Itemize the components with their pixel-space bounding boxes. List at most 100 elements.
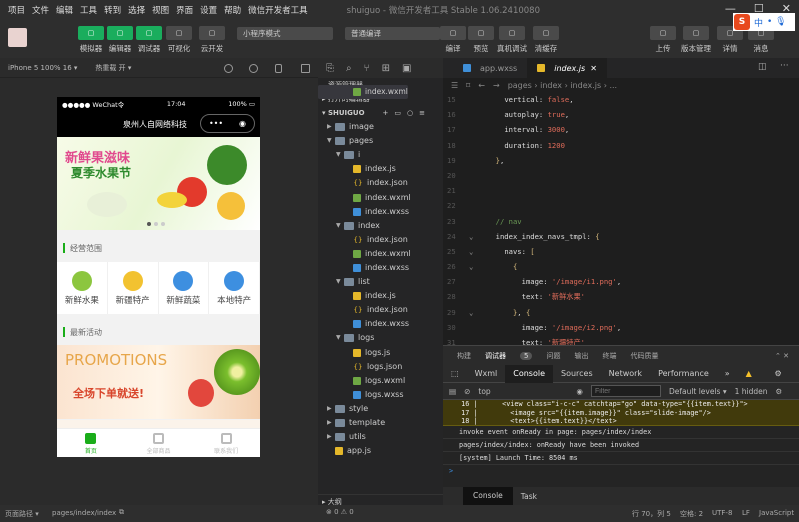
menu-item[interactable]: 帮助 (224, 4, 241, 16)
menu-item[interactable]: 编辑 (56, 4, 73, 16)
errors-count[interactable]: ⊗ 0 ⚠ 0 (326, 508, 354, 516)
file-item[interactable]: index.wxss (318, 205, 443, 219)
mode-select[interactable]: 小程序模式 (237, 27, 333, 40)
file-item[interactable]: index.wxml (318, 190, 443, 204)
inspect-icon[interactable]: ⬚ (443, 365, 467, 383)
swiper-dot[interactable] (147, 222, 151, 226)
file-item[interactable]: {} logs.json (318, 360, 443, 374)
nav-item[interactable]: 新疆特产 (108, 262, 159, 314)
devtools-top-tab[interactable]: 终端 (602, 351, 616, 361)
close-circle-icon[interactable]: ◉ (239, 119, 246, 128)
file-item[interactable]: index.wxss (318, 261, 443, 275)
devtools-tab[interactable]: Network (601, 365, 650, 383)
devtools-tab[interactable]: Wxml (467, 365, 506, 383)
bug-button[interactable]: ▢ 真机调试 (496, 26, 528, 54)
close-tab-icon[interactable]: ✕ (590, 64, 597, 73)
chevron-down-icon[interactable]: ▼ (336, 275, 344, 289)
indentation[interactable]: 空格: 2 (680, 509, 703, 519)
file-item[interactable]: logs.js (318, 346, 443, 360)
cloud-button[interactable]: ▢ 云开发 (196, 26, 228, 54)
clear-console-icon[interactable]: ⊘ (464, 387, 470, 396)
eye-icon[interactable]: ◉ (576, 387, 583, 396)
file-item[interactable]: logs.wxss (318, 388, 443, 402)
folder-item[interactable]: ▼ logs (318, 331, 443, 345)
detach-icon[interactable] (301, 64, 310, 73)
breadcrumb-item[interactable]: index (540, 81, 562, 90)
promo-banner[interactable]: PROMOTIONS 全场下单就送! (57, 345, 260, 419)
chevron-right-icon[interactable]: ▶ (327, 416, 335, 430)
menu-item[interactable]: 微信开发者工具 (248, 4, 308, 16)
code-button[interactable]: ▢ 编辑器 (104, 26, 136, 54)
file-item[interactable]: index.wxml (318, 247, 443, 261)
chevron-right-icon[interactable]: ▶ (327, 120, 335, 134)
banner-swiper[interactable]: 新鲜果滋味 夏季水果节 (57, 137, 260, 230)
panel-icon[interactable]: ▣ (402, 63, 411, 74)
breadcrumb-item[interactable]: index.js (570, 81, 601, 90)
devtools-top-tab[interactable]: 输出 (574, 351, 588, 361)
phone-button[interactable]: ▢ 模拟器 (75, 26, 107, 54)
panel-controls[interactable]: ⌃ ✕ (775, 352, 789, 360)
chevron-down-icon[interactable]: ▼ (336, 148, 344, 162)
search-icon[interactable]: ⌕ (346, 63, 352, 74)
drawer-tab[interactable]: Console (463, 487, 513, 505)
folder-item[interactable]: ▼ i (318, 148, 443, 162)
page-path-select[interactable]: 页面路径 ▾ (5, 509, 39, 519)
split-editor-icon[interactable]: ◫ (758, 62, 767, 72)
settings-icon[interactable]: ⚙ (776, 387, 783, 396)
forward-icon[interactable]: → (493, 81, 500, 90)
debug-button[interactable]: ▢ 调试器 (133, 26, 165, 54)
explorer-actions[interactable]: +▭○≡ (383, 109, 431, 117)
capsule-button[interactable]: ••• ◉ (200, 114, 255, 133)
code-editor[interactable]: 15 vertical: false, 16 autoplay: true, 17 … (443, 92, 799, 347)
editor-tab[interactable]: index.js ✕ (527, 58, 607, 78)
file-item[interactable]: {} index.json (318, 233, 443, 247)
levels-select[interactable]: Default levels ▾ (669, 387, 727, 396)
chevron-right-icon[interactable]: ▶ (327, 402, 335, 416)
git-icon[interactable]: ⑂ (364, 63, 370, 74)
chevron-right-icon[interactable]: ▶ (327, 430, 335, 444)
layers-button[interactable]: ▢ 清缓存 (530, 26, 562, 54)
branch-button[interactable]: ▢ 版本管理 (680, 26, 712, 54)
menu-item[interactable]: 文件 (32, 4, 49, 16)
cursor-position[interactable]: 行 70，列 5 (632, 509, 671, 519)
chevron-down-icon[interactable]: ▼ (327, 134, 335, 148)
devtools-tab[interactable]: » (717, 365, 738, 383)
context-select[interactable]: top (478, 387, 568, 396)
layout-button[interactable]: ▢ 可视化 (163, 26, 195, 54)
warning-count[interactable]: ▲ 5 (738, 365, 767, 396)
outline-icon[interactable]: ☰ (451, 81, 458, 90)
folder-item[interactable]: ▶ style (318, 402, 443, 416)
files-icon[interactable]: ⎘ (326, 63, 334, 74)
hotreload-select[interactable]: 热重载 开 ▾ (95, 63, 131, 73)
menu-item[interactable]: 选择 (128, 4, 145, 16)
nav-item[interactable]: 新鲜水果 (57, 262, 108, 314)
file-item[interactable]: index.wxml (318, 85, 408, 100)
devtools-top-tab[interactable]: 问题 (546, 351, 560, 361)
devtools-top-tab[interactable]: 构建 (457, 351, 471, 361)
language-mode[interactable]: JavaScript (759, 509, 794, 517)
menu-item[interactable]: 工具 (80, 4, 97, 16)
menu-item[interactable]: 转到 (104, 4, 121, 16)
back-icon[interactable]: ← (478, 81, 485, 90)
chevron-down-icon[interactable]: ▼ (336, 331, 344, 345)
folder-item[interactable]: ▶ image (318, 120, 443, 134)
folder-item[interactable]: ▼ pages (318, 134, 443, 148)
copy-icon[interactable]: ⧉ (119, 508, 124, 517)
menu-item[interactable]: 设置 (200, 4, 217, 16)
console-prompt[interactable]: > (443, 465, 799, 478)
file-item[interactable]: logs.wxml (318, 374, 443, 388)
folder-item[interactable]: ▶ template (318, 416, 443, 430)
fold-icon[interactable]: ⌄ (469, 229, 487, 244)
device-select[interactable]: iPhone 5 100% 16 ▾ (8, 64, 77, 72)
record-icon[interactable] (249, 64, 258, 73)
drawer-tab[interactable]: Task (521, 492, 537, 501)
devtools-top-tab[interactable]: 调试器 (485, 351, 506, 361)
avatar[interactable] (8, 28, 27, 47)
tab-0[interactable]: 首页 (57, 429, 125, 457)
file-item[interactable]: app.js (318, 444, 443, 458)
eye-button[interactable]: ▢ 预览 (465, 26, 497, 54)
devtools-top-tab[interactable]: 代码质量 (630, 351, 658, 361)
project-root[interactable]: ▾ SHUIGUO +▭○≡ (318, 106, 443, 120)
sidebar-toggle-icon[interactable]: ▤ (449, 387, 456, 396)
file-item[interactable]: {} index.json (318, 176, 443, 190)
